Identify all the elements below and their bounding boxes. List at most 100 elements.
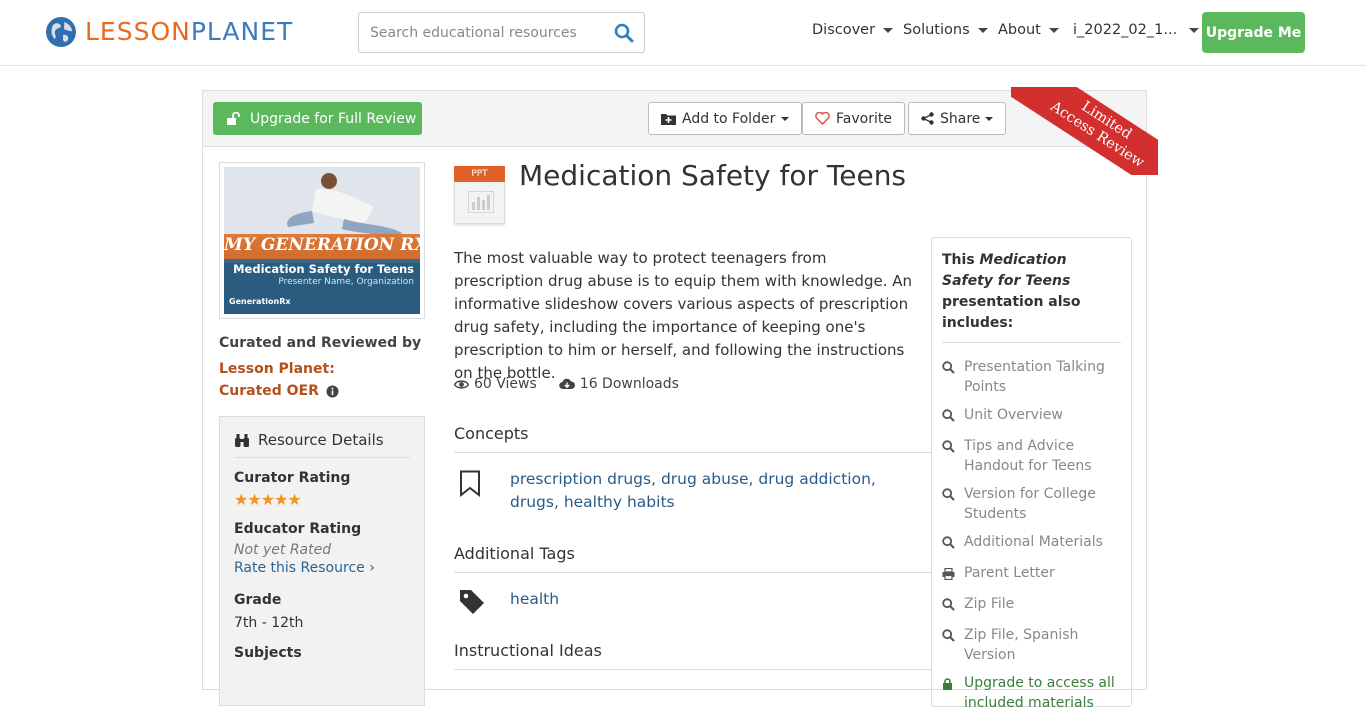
include-item[interactable]: Parent Letter <box>942 563 1121 586</box>
search-input[interactable] <box>359 13 604 52</box>
ppt-file-icon: PPT <box>454 166 505 224</box>
nav-solutions-label: Solutions <box>903 22 970 38</box>
include-item[interactable]: Tips and Advice Handout for Teens <box>942 436 1121 476</box>
folder-icon <box>661 113 676 125</box>
unlock-icon <box>227 112 240 125</box>
educator-rating-label: Educator Rating <box>234 521 362 537</box>
lock-icon <box>943 678 952 690</box>
thumbnail-brand: GenerationRx <box>229 297 291 306</box>
thumbnail-subtitle: Medication Safety for Teens <box>233 262 414 276</box>
include-item-label: Version for College Students <box>964 486 1096 522</box>
add-to-folder-button[interactable]: Add to Folder <box>648 102 803 135</box>
also-includes-panel: This Medication Safety for Teens present… <box>931 237 1132 711</box>
resource-stats: 60 Views 16 Downloads <box>454 376 679 392</box>
eye-icon <box>454 379 469 389</box>
search-box <box>358 12 645 53</box>
logo-text-planet: PLANET <box>190 17 294 46</box>
concepts-heading: Concepts <box>454 424 932 453</box>
search-icon <box>942 629 955 642</box>
include-item[interactable]: Zip File <box>942 594 1121 617</box>
also-includes-prefix: This <box>942 252 980 268</box>
concept-link[interactable]: prescription drugs <box>510 470 651 488</box>
also-includes-suffix: presentation also includes: <box>942 294 1081 331</box>
add-to-folder-label: Add to Folder <box>682 110 776 127</box>
thumbnail-image: MY GENERATION RX Medication Safety for T… <box>224 167 420 314</box>
favorite-button[interactable]: Favorite <box>802 102 905 135</box>
include-item[interactable]: Version for College Students <box>942 484 1121 524</box>
resource-details-panel: Resource Details Curator Rating ★★★★★ Ed… <box>219 416 425 706</box>
resource-details-heading: Resource Details <box>234 431 410 458</box>
concept-link[interactable]: drug abuse <box>661 470 749 488</box>
resource-thumbnail[interactable]: MY GENERATION RX Medication Safety for T… <box>219 162 425 319</box>
additional-tags-heading: Additional Tags <box>454 544 932 573</box>
nav-user-label: i_2022_02_1... <box>1073 22 1178 38</box>
include-item-label: Presentation Talking Points <box>964 359 1105 395</box>
share-icon <box>921 112 934 125</box>
share-label: Share <box>940 110 981 127</box>
curator-rating-label: Curator Rating <box>234 470 351 486</box>
curator-rating-stars: ★★★★★ <box>234 490 302 509</box>
include-item-label: Zip File <box>964 596 1015 612</box>
nav-user-menu[interactable]: i_2022_02_1... <box>1073 22 1200 38</box>
include-item[interactable]: Presentation Talking Points <box>942 357 1121 397</box>
resource-details-title: Resource Details <box>258 431 384 449</box>
curator-line-1: Lesson Planet: <box>219 361 335 377</box>
include-item-label: Zip File, Spanish Version <box>964 627 1079 663</box>
include-item[interactable]: Unit Overview <box>942 405 1121 428</box>
include-item-label: Additional Materials <box>964 534 1103 550</box>
caret-down-icon <box>985 116 994 121</box>
concept-link[interactable]: healthy habits <box>564 493 675 511</box>
curator-link[interactable]: Lesson Planet: Curated OER <box>219 358 339 402</box>
cloud-download-icon <box>559 378 575 390</box>
resource-toolbar: Upgrade for Full Review Add to Folder Fa… <box>203 91 1146 147</box>
lesson-planet-logo[interactable]: LESSONPLANET <box>45 16 293 48</box>
include-item-label: Tips and Advice Handout for Teens <box>964 438 1092 474</box>
caret-down-icon <box>1048 27 1059 33</box>
resource-description: The most valuable way to protect teenage… <box>454 249 913 382</box>
binoculars-icon <box>235 433 249 447</box>
caret-down-icon <box>781 116 790 121</box>
nav-discover-label: Discover <box>812 22 876 38</box>
upgrade-me-button[interactable]: Upgrade Me <box>1202 12 1305 53</box>
ppt-badge: PPT <box>454 166 505 182</box>
curator-line-2: Curated OER <box>219 383 319 399</box>
limited-access-ribbon: Limited Access Review <box>1011 87 1158 175</box>
search-icon <box>614 23 634 42</box>
globe-icon <box>46 17 76 47</box>
thumbnail-presenter: Presenter Name, Organization <box>278 277 414 287</box>
top-navbar: LESSONPLANET Discover Solutions About i_… <box>0 0 1366 66</box>
nav-solutions[interactable]: Solutions <box>903 22 988 38</box>
caret-down-icon <box>883 27 894 33</box>
tag-link-health[interactable]: health <box>510 590 559 608</box>
upgrade-access-link[interactable]: Upgrade to access all included materials <box>942 673 1121 713</box>
search-icon <box>942 598 955 611</box>
nav-about[interactable]: About <box>998 22 1059 38</box>
grade-label: Grade <box>234 592 282 608</box>
search-icon <box>942 361 955 374</box>
also-includes-heading: This Medication Safety for Teens present… <box>942 250 1121 343</box>
nav-discover[interactable]: Discover <box>812 22 894 38</box>
thumbnail-title: MY GENERATION RX <box>224 235 420 255</box>
search-icon <box>942 536 955 549</box>
curated-by-label: Curated and Reviewed by <box>219 335 422 351</box>
include-item[interactable]: Additional Materials <box>942 532 1121 555</box>
concept-link[interactable]: drug addiction <box>758 470 871 488</box>
rate-resource-link[interactable]: Rate this Resource › <box>234 560 410 576</box>
heart-icon <box>815 112 830 125</box>
caret-down-icon <box>977 27 988 33</box>
include-item[interactable]: Zip File, Spanish Version <box>942 625 1121 665</box>
search-icon <box>942 409 955 422</box>
logo-text-lesson: LESSON <box>85 17 191 46</box>
search-button[interactable] <box>604 13 644 52</box>
info-icon[interactable] <box>326 385 339 398</box>
grade-value: 7th - 12th <box>234 615 304 631</box>
share-button[interactable]: Share <box>908 102 1007 135</box>
search-icon <box>942 440 955 453</box>
caret-down-icon <box>1189 27 1200 33</box>
upgrade-access-label: Upgrade to access all included materials <box>964 675 1115 711</box>
downloads-count: 16 Downloads <box>579 376 679 392</box>
print-icon <box>942 567 955 581</box>
concept-link[interactable]: drugs <box>510 493 554 511</box>
upgrade-full-review-button[interactable]: Upgrade for Full Review <box>213 102 422 135</box>
tag-icon <box>460 590 484 614</box>
